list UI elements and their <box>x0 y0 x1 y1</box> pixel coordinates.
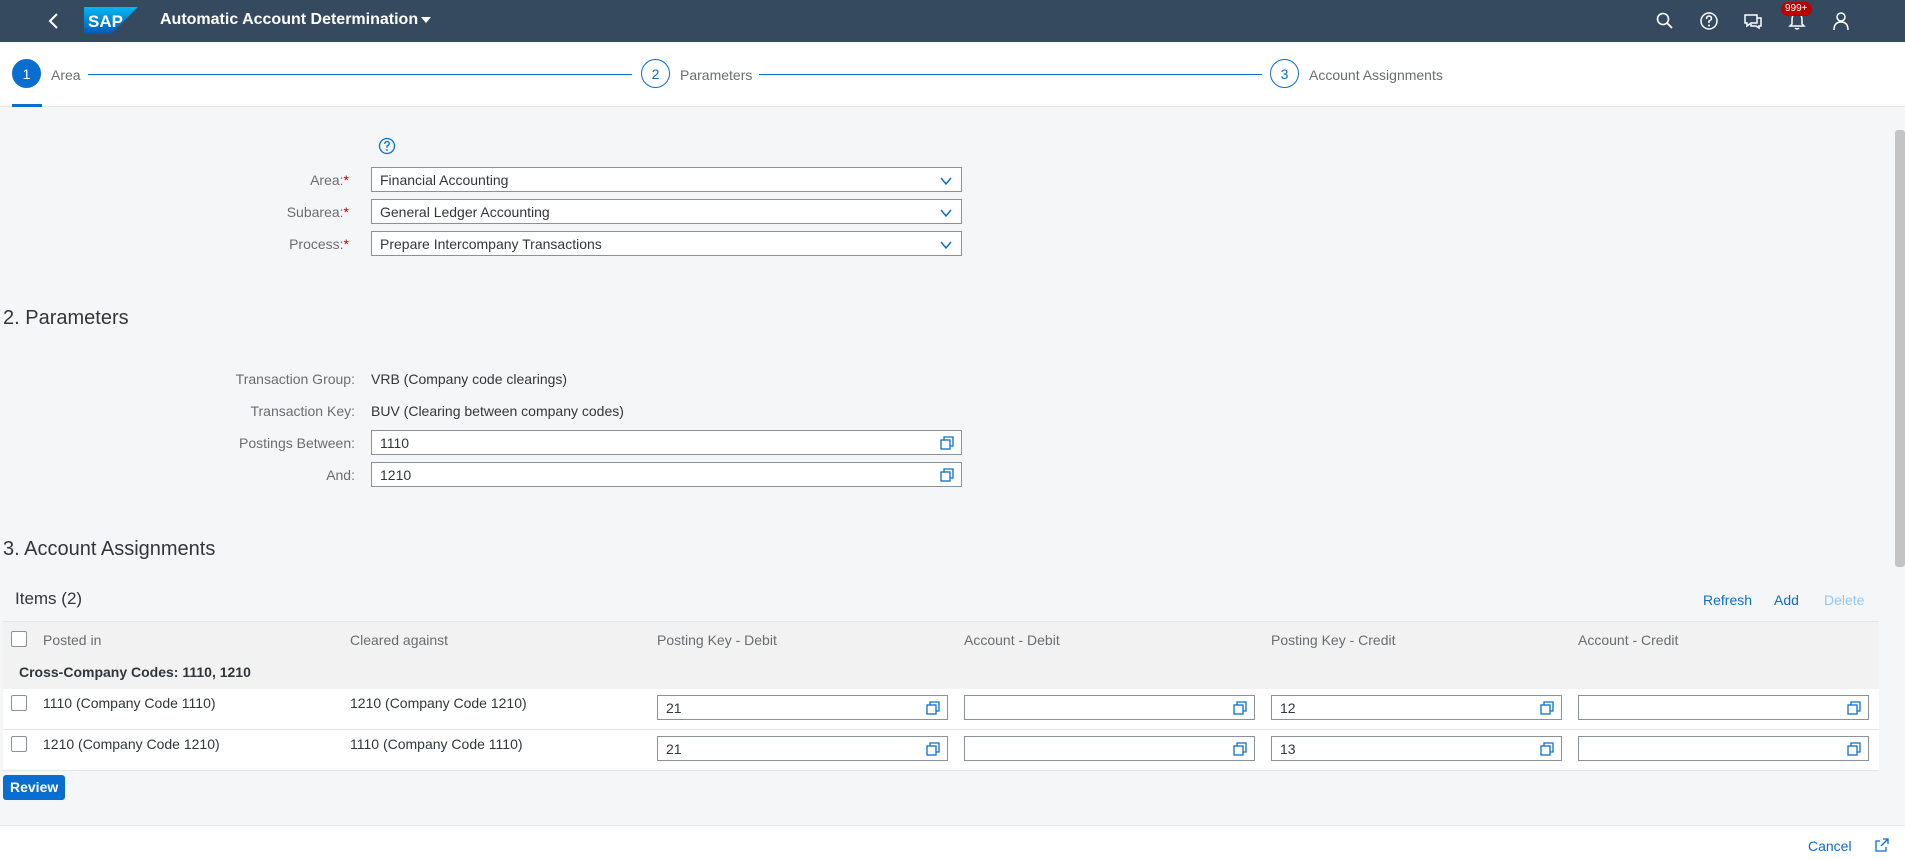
shell-bar: SAP Automatic Account Determination 999+ <box>0 0 1905 42</box>
wizard-step-2[interactable]: 2 <box>641 59 670 88</box>
wizard-step-1-label: Area <box>51 67 81 83</box>
column-header: Posting Key - Credit <box>1271 632 1396 648</box>
value-help-icon[interactable] <box>939 467 955 483</box>
footer-toolbar: Cancel <box>0 825 1905 860</box>
transaction-group-label: Transaction Group: <box>235 371 355 387</box>
user-icon[interactable] <box>1831 11 1851 31</box>
group-header-label: Cross-Company Codes: 1110, 1210 <box>19 664 251 680</box>
value-help-icon[interactable] <box>1846 700 1862 716</box>
value-help-icon[interactable] <box>1539 700 1555 716</box>
feedback-icon[interactable] <box>1743 11 1763 31</box>
items-table-title: Items (2) <box>15 589 83 608</box>
wizard-step-3[interactable]: 3 <box>1270 59 1299 88</box>
delete-button[interactable]: Delete <box>1824 592 1864 608</box>
parameters-section-title: 2. Parameters <box>3 307 129 329</box>
form-help-icon[interactable] <box>378 137 396 155</box>
chevron-down-icon[interactable] <box>939 174 953 188</box>
select-all-checkbox[interactable] <box>11 631 27 647</box>
search-icon[interactable] <box>1655 11 1675 31</box>
refresh-button[interactable]: Refresh <box>1703 592 1752 608</box>
value-help-icon[interactable] <box>1232 700 1248 716</box>
wizard-step-2-label: Parameters <box>680 67 753 83</box>
area-label: Area:* <box>310 172 349 188</box>
posting-key-credit-input[interactable]: 13 <box>1271 736 1562 761</box>
area-select[interactable]: Financial Accounting <box>371 167 962 192</box>
cancel-button[interactable]: Cancel <box>1808 838 1852 854</box>
subarea-label: Subarea:* <box>286 204 349 220</box>
table-row[interactable]: 1210 (Company Code 1210) 1110 (Company C… <box>3 730 1879 771</box>
value-help-icon[interactable] <box>925 741 941 757</box>
assignments-section-title: 3. Account Assignments <box>3 538 216 560</box>
column-header: Posting Key - Debit <box>657 632 777 648</box>
subarea-select[interactable]: General Ledger Accounting <box>371 199 962 224</box>
wizard-step-1[interactable]: 1 <box>12 59 41 88</box>
group-header-row: Cross-Company Codes: 1110, 1210 <box>3 655 1879 690</box>
cleared-against-cell: 1110 (Company Code 1110) <box>350 736 523 752</box>
back-icon[interactable] <box>44 11 64 31</box>
required-mark: * <box>343 172 349 188</box>
posted-in-cell: 1110 (Company Code 1110) <box>43 695 216 711</box>
postings-between-value: 1110 <box>380 435 410 451</box>
value-help-icon[interactable] <box>1232 741 1248 757</box>
title-dropdown-icon[interactable] <box>420 14 432 26</box>
posted-in-cell: 1210 (Company Code 1210) <box>43 736 220 752</box>
active-step-indicator <box>12 104 42 107</box>
add-button[interactable]: Add <box>1774 592 1799 608</box>
sap-logo-text: SAP <box>88 12 123 31</box>
and-label: And: <box>326 467 355 483</box>
chevron-down-icon[interactable] <box>939 238 953 252</box>
value-help-icon[interactable] <box>939 435 955 451</box>
vertical-scrollbar[interactable] <box>1895 130 1905 567</box>
value-help-icon[interactable] <box>1846 741 1862 757</box>
help-icon[interactable] <box>1699 11 1719 31</box>
process-select-value: Prepare Intercompany Transactions <box>380 236 602 252</box>
required-mark: * <box>343 204 349 220</box>
row-checkbox[interactable] <box>11 736 27 752</box>
posting-key-debit-input[interactable]: 21 <box>657 695 948 720</box>
process-label: Process:* <box>289 236 349 252</box>
column-header: Cleared against <box>350 632 449 648</box>
account-debit-input[interactable] <box>964 695 1255 720</box>
posting-key-debit-input[interactable]: 21 <box>657 736 948 761</box>
cleared-against-cell: 1210 (Company Code 1210) <box>350 695 527 711</box>
notification-badge: 999+ <box>1781 2 1812 16</box>
and-input[interactable]: 1210 <box>371 462 962 487</box>
account-credit-input[interactable] <box>1578 736 1869 761</box>
value-help-icon[interactable] <box>925 700 941 716</box>
sap-logo[interactable]: SAP <box>84 7 138 34</box>
postings-between-input[interactable]: 1110 <box>371 430 962 455</box>
account-credit-input[interactable] <box>1578 695 1869 720</box>
posting-key-credit-input[interactable]: 12 <box>1271 695 1562 720</box>
subarea-select-value: General Ledger Accounting <box>380 204 550 220</box>
column-header: Account - Debit <box>964 632 1060 648</box>
row-checkbox[interactable] <box>11 695 27 711</box>
external-link-icon[interactable] <box>1874 837 1890 853</box>
wizard-connector <box>88 74 632 75</box>
review-button[interactable]: Review <box>3 775 66 800</box>
posting-key-credit-value: 13 <box>1280 741 1296 757</box>
value-help-icon[interactable] <box>1539 741 1555 757</box>
posting-key-debit-value: 21 <box>666 741 682 757</box>
required-mark: * <box>343 236 349 252</box>
wizard-connector <box>759 74 1262 75</box>
wizard-progress-bar: 1 Area 2 Parameters 3 Account Assignment… <box>0 42 1905 107</box>
postings-between-label: Postings Between: <box>239 435 355 451</box>
posting-key-credit-value: 12 <box>1280 700 1296 716</box>
table-header: Posted in Cleared against Posting Key - … <box>3 621 1879 657</box>
transaction-group-value: VRB (Company code clearings) <box>371 371 568 387</box>
transaction-key-value: BUV (Clearing between company codes) <box>371 403 624 419</box>
area-select-value: Financial Accounting <box>380 172 509 188</box>
account-debit-input[interactable] <box>964 736 1255 761</box>
transaction-key-label: Transaction Key: <box>250 403 355 419</box>
posting-key-debit-value: 21 <box>666 700 682 716</box>
column-header: Posted in <box>43 632 102 648</box>
and-value: 1210 <box>380 467 412 483</box>
app-title[interactable]: Automatic Account Determination <box>160 11 418 29</box>
chevron-down-icon[interactable] <box>939 206 953 220</box>
table-row[interactable]: 1110 (Company Code 1110) 1210 (Company C… <box>3 689 1879 730</box>
process-select[interactable]: Prepare Intercompany Transactions <box>371 231 962 256</box>
column-header: Account - Credit <box>1578 632 1679 648</box>
wizard-step-3-label: Account Assignments <box>1309 67 1443 83</box>
